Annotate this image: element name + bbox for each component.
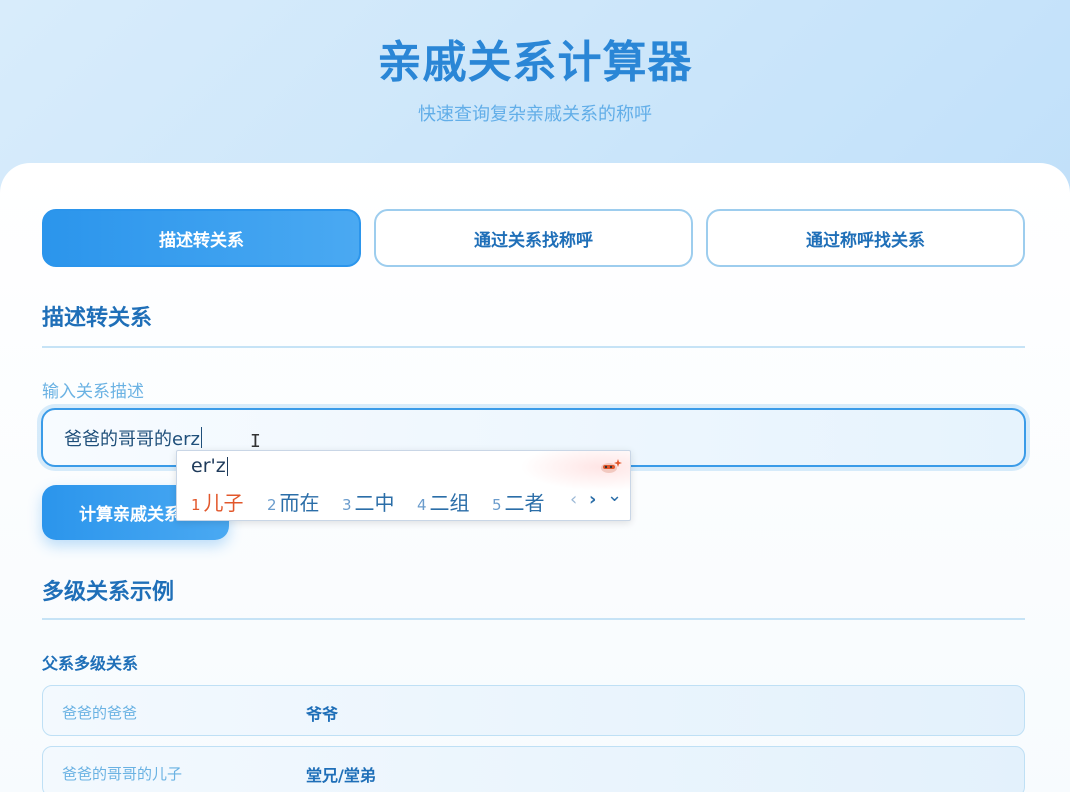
tab-describe-to-relation[interactable]: 描述转关系 [42,209,361,267]
examples-section-title: 多级关系示例 [42,580,175,605]
ime-logo-icon [601,459,622,473]
page-title: 亲戚关系计算器 [377,37,693,88]
examples-group-title: 父系多级关系 [42,654,139,673]
ime-pinyin: er'z [191,455,228,477]
example-row[interactable]: 爸爸的哥哥的儿子 堂兄/堂弟 [42,746,1025,792]
ime-expand-icon[interactable]: ⌄ [607,485,622,506]
ibeam-cursor-icon: I [250,431,261,452]
tab-title-to-relation[interactable]: 通过称呼找关系 [706,209,1025,267]
ime-candidate-2[interactable]: 2 而在 [267,487,320,516]
input-label: 输入关系描述 [42,382,144,402]
tab-relation-to-title[interactable]: 通过关系找称呼 [374,209,693,267]
examples-divider [42,618,1025,620]
ime-candidate-5[interactable]: 5 二者 [492,487,545,516]
example-desc: 爸爸的哥哥的儿子 [62,765,183,783]
ime-candidate-3[interactable]: 3 二中 [342,487,395,516]
ime-candidate-window: er'z 1 儿子 2 而在 3 二中 4 二组 5 二者 ‹ › ⌄ [176,450,631,521]
page-header: 亲戚关系计算器 快速查询复杂亲戚关系的称呼 [0,0,1070,170]
ime-candidate-list: 1 儿子 2 而在 3 二中 4 二组 5 二者 ‹ › ⌄ [191,485,630,516]
ime-next-page-icon[interactable]: › [589,489,596,510]
ime-candidate-4[interactable]: 4 二组 [417,487,470,516]
page-subtitle: 快速查询复杂亲戚关系的称呼 [418,104,652,125]
example-result: 爷爷 [306,705,339,724]
describe-section-title: 描述转关系 [42,306,153,331]
ime-prev-page-icon[interactable]: ‹ [570,489,577,510]
ime-candidate-1[interactable]: 1 儿子 [191,487,244,516]
mode-tabs: 描述转关系 通过关系找称呼 通过称呼找关系 [42,209,1025,267]
text-caret [200,427,202,448]
relation-input-value: 爸爸的哥哥的erz [64,428,200,450]
section-divider [42,346,1025,348]
example-desc: 爸爸的爸爸 [62,704,138,722]
example-result: 堂兄/堂弟 [306,766,376,785]
example-row[interactable]: 爸爸的爸爸 爷爷 [42,685,1025,736]
